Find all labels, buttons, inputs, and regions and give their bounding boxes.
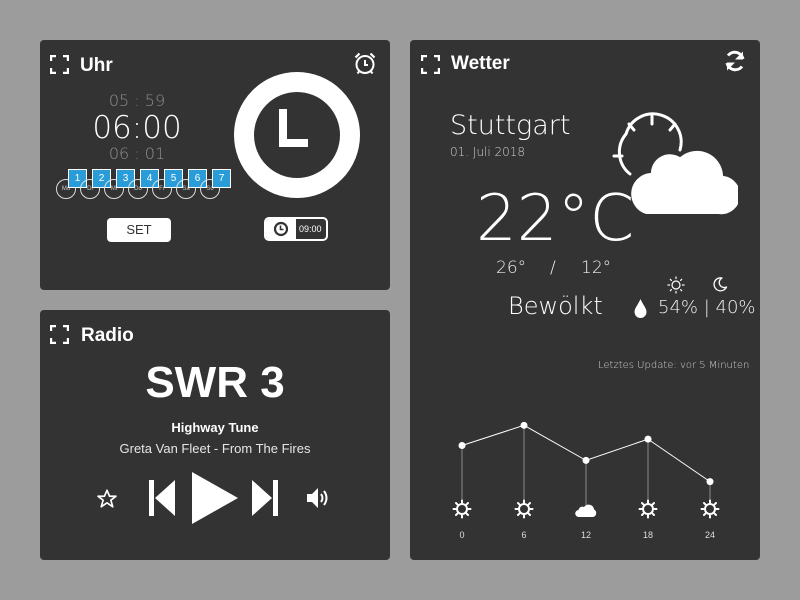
time-previous[interactable]: 05 : 59 (77, 91, 197, 110)
sun-icon (514, 499, 534, 524)
time-next[interactable]: 06 : 01 (77, 144, 197, 163)
panel-title: Wetter (451, 53, 510, 74)
current-temperature: 22°C (476, 182, 635, 256)
city-name: Stuttgart (450, 110, 571, 141)
clock-small-icon (273, 221, 289, 237)
clock-panel: Uhr 05 : 59 06:00 06 : 01 Mo 1 Di 2 Mi 3 Do 4 Fr… (40, 40, 390, 290)
sun-icon (638, 499, 658, 524)
clock-icon (234, 72, 360, 198)
artist-album: Greta Van Fleet - From The Fires (119, 441, 311, 456)
weather-condition: Bewölkt (508, 292, 603, 320)
forecast-point (706, 478, 714, 486)
forecast-point (458, 442, 466, 449)
set-button[interactable]: SET (107, 218, 171, 242)
weather-panel: Wetter Stuttgart 01. Juli 2018 22°C 26° … (410, 40, 760, 560)
sun-icon (700, 499, 720, 524)
forecast-hour-label: 18 (642, 530, 653, 540)
panel-title: Uhr (80, 55, 113, 76)
skip-previous-icon[interactable] (149, 478, 175, 518)
forecast-point (582, 456, 590, 464)
panel-title: Radio (81, 325, 134, 346)
weather-date: 01. Juli 2018 (450, 145, 526, 159)
time-current[interactable]: 06:00 (62, 110, 212, 146)
fullscreen-icon[interactable] (50, 55, 69, 74)
cloud-icon (574, 501, 598, 524)
toggle-knob (266, 219, 296, 239)
refresh-icon[interactable] (723, 49, 747, 73)
song-title: Highway Tune (171, 420, 259, 435)
temp-low: 12° (581, 258, 612, 278)
fullscreen-icon[interactable] (50, 325, 69, 344)
skip-next-icon[interactable] (252, 478, 278, 518)
temp-high: 26° (496, 258, 527, 278)
forecast-point (520, 421, 528, 429)
radio-panel: Radio SWR 3 Highway Tune Greta Van Fleet… (40, 310, 390, 560)
star-icon[interactable] (96, 488, 118, 510)
forecast-hour-label: 0 (459, 530, 465, 540)
humidity-values: 54% | 40% (658, 297, 756, 318)
raindrop-icon (634, 299, 647, 318)
forecast-point (644, 435, 652, 443)
alarm-time: 09:00 (299, 224, 322, 234)
volume-icon[interactable] (306, 486, 332, 510)
play-icon[interactable] (192, 472, 238, 524)
forecast-hour-label: 12 (580, 530, 591, 540)
weekday-number-badge: 7 (212, 169, 231, 188)
sun-icon (667, 276, 685, 294)
station-name: SWR 3 (145, 358, 285, 407)
forecast-hour-label: 6 (521, 530, 527, 540)
temp-separator: / (550, 258, 556, 278)
alarm-toggle[interactable]: 09:00 (264, 217, 328, 241)
last-update: Letztes Update: vor 5 Minuten (598, 360, 750, 371)
forecast-hour-label: 24 (704, 530, 715, 540)
fullscreen-icon[interactable] (421, 55, 440, 74)
sun-icon (452, 499, 472, 524)
moon-icon (713, 277, 728, 292)
